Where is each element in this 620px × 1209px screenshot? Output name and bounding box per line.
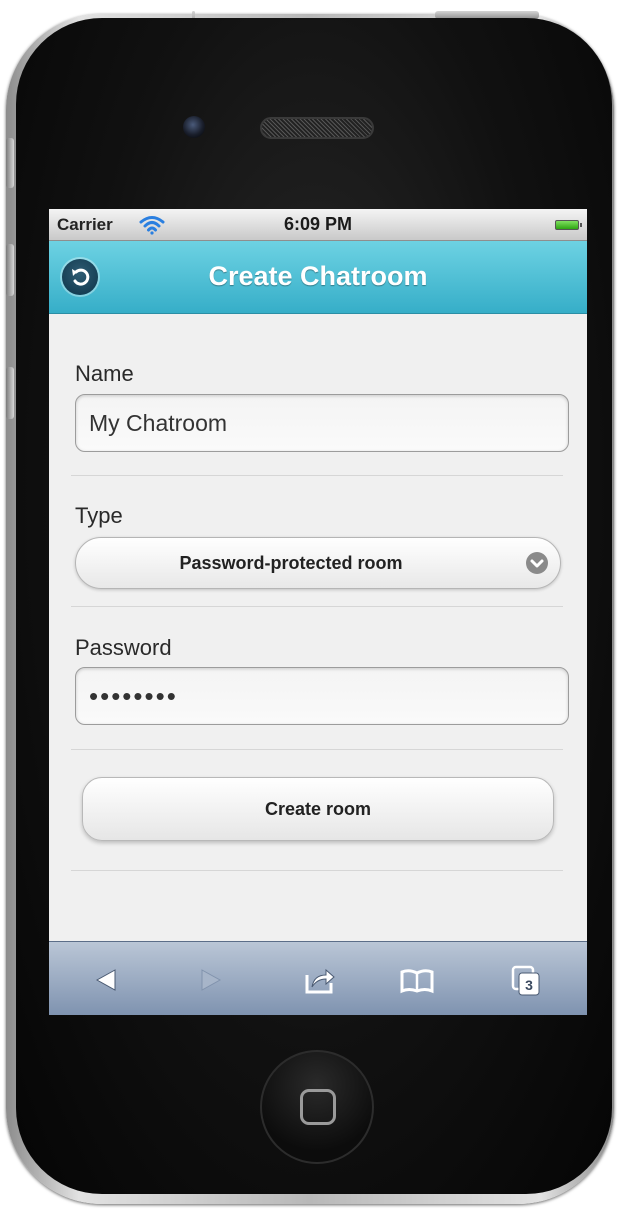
chevron-down-icon [526,552,548,574]
type-select[interactable]: Password-protected room [75,537,561,589]
create-room-button[interactable]: Create room [82,777,554,841]
mute-switch [6,138,14,188]
name-label: Name [75,361,134,386]
tabs-icon[interactable]: 3 [509,962,545,998]
divider [71,870,563,871]
type-label: Type [75,503,123,528]
volume-up-button [6,244,14,296]
camera-icon [183,116,205,138]
volume-down-button [6,367,14,419]
name-input[interactable] [75,394,569,452]
bookmarks-icon[interactable] [399,962,435,998]
forward-icon[interactable] [192,962,228,998]
browser-toolbar: 3 [49,941,587,1015]
divider [71,749,563,750]
screen: Carrier 6:09 PM Create Chatroom Name Typ… [49,209,587,1015]
home-square-icon [300,1089,336,1125]
type-select-value: Password-protected room [179,553,403,573]
tabs-count: 3 [525,977,533,993]
home-button[interactable] [260,1050,374,1164]
status-time: 6:09 PM [283,214,353,234]
page-title: Create Chatroom [208,261,428,291]
back-icon[interactable] [89,962,125,998]
share-icon[interactable] [302,962,338,998]
status-bar: Carrier 6:09 PM [49,209,587,241]
battery-icon [555,220,582,230]
divider [71,475,563,476]
speaker-grille [260,117,374,139]
password-input[interactable] [75,667,569,725]
password-label: Password [75,635,172,660]
header-bar: Create Chatroom [49,241,587,314]
divider [71,606,563,607]
